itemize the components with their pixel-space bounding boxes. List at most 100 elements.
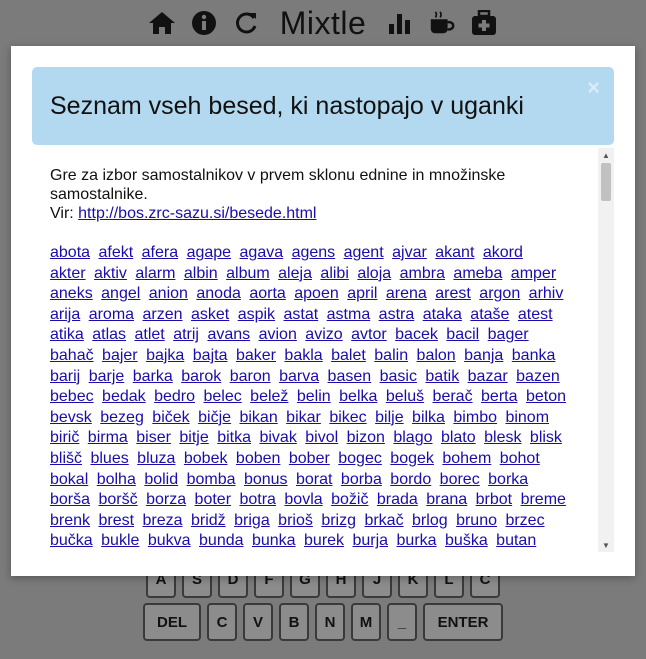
- word-link[interactable]: bobek: [184, 450, 228, 467]
- word-link[interactable]: bogek: [390, 450, 434, 467]
- word-link[interactable]: balet: [331, 347, 366, 364]
- word-link[interactable]: božič: [331, 491, 368, 508]
- word-link[interactable]: bohem: [442, 450, 491, 467]
- word-link[interactable]: barka: [133, 368, 173, 385]
- word-link[interactable]: afera: [142, 244, 178, 261]
- word-link[interactable]: atlet: [135, 326, 165, 343]
- word-link[interactable]: burja: [353, 532, 389, 549]
- word-link[interactable]: avans: [207, 326, 250, 343]
- word-link[interactable]: bilka: [412, 409, 445, 426]
- word-link[interactable]: bučka: [50, 532, 93, 549]
- word-link[interactable]: bedro: [154, 388, 195, 405]
- word-link[interactable]: bajer: [102, 347, 138, 364]
- word-link[interactable]: apoen: [294, 285, 339, 302]
- word-link[interactable]: atika: [50, 326, 84, 343]
- word-link[interactable]: bitje: [179, 429, 208, 446]
- word-link[interactable]: april: [347, 285, 377, 302]
- word-link[interactable]: bikan: [239, 409, 277, 426]
- word-link[interactable]: beton: [526, 388, 566, 405]
- word-link[interactable]: alibi: [320, 265, 348, 282]
- word-link[interactable]: barje: [89, 368, 125, 385]
- word-link[interactable]: blato: [441, 429, 476, 446]
- word-link[interactable]: akant: [435, 244, 474, 261]
- word-link[interactable]: borba: [341, 471, 382, 488]
- word-link[interactable]: alarm: [135, 265, 175, 282]
- word-link[interactable]: abota: [50, 244, 90, 261]
- word-link[interactable]: bajta: [193, 347, 228, 364]
- word-link[interactable]: bikec: [329, 409, 366, 426]
- word-link[interactable]: birič: [50, 429, 79, 446]
- key-del[interactable]: DEL: [143, 603, 201, 641]
- word-link[interactable]: astma: [327, 306, 371, 323]
- word-link[interactable]: angel: [101, 285, 140, 302]
- word-link[interactable]: belec: [203, 388, 241, 405]
- first-aid-icon[interactable]: [470, 9, 498, 37]
- word-link[interactable]: brizg: [321, 512, 356, 529]
- word-link[interactable]: burka: [397, 532, 437, 549]
- word-link[interactable]: balin: [374, 347, 408, 364]
- word-link[interactable]: brana: [426, 491, 467, 508]
- word-link[interactable]: baron: [230, 368, 271, 385]
- word-link[interactable]: blišč: [50, 450, 82, 467]
- word-link[interactable]: agent: [344, 244, 384, 261]
- word-link[interactable]: arhiv: [529, 285, 564, 302]
- word-link[interactable]: aneks: [50, 285, 93, 302]
- word-link[interactable]: ajvar: [392, 244, 427, 261]
- word-link[interactable]: aspik: [238, 306, 275, 323]
- word-link[interactable]: bokal: [50, 471, 88, 488]
- word-link[interactable]: avion: [259, 326, 297, 343]
- word-link[interactable]: aorta: [249, 285, 285, 302]
- word-link[interactable]: boter: [195, 491, 231, 508]
- word-link[interactable]: brenk: [50, 512, 90, 529]
- word-link[interactable]: bezeg: [100, 409, 144, 426]
- word-link[interactable]: amper: [511, 265, 556, 282]
- word-link[interactable]: blues: [90, 450, 128, 467]
- word-link[interactable]: batik: [425, 368, 459, 385]
- coffee-icon[interactable]: [428, 9, 456, 37]
- home-icon[interactable]: [148, 9, 176, 37]
- word-link[interactable]: bager: [488, 326, 529, 343]
- word-link[interactable]: bitka: [217, 429, 251, 446]
- word-link[interactable]: aleja: [278, 265, 312, 282]
- scroll-down-icon[interactable]: ▼: [598, 538, 614, 552]
- word-link[interactable]: afekt: [99, 244, 134, 261]
- word-link[interactable]: belež: [250, 388, 288, 405]
- word-link[interactable]: ambra: [400, 265, 445, 282]
- word-link[interactable]: bomba: [187, 471, 236, 488]
- word-link[interactable]: brada: [377, 491, 418, 508]
- word-link[interactable]: atlas: [92, 326, 126, 343]
- word-link[interactable]: agape: [187, 244, 232, 261]
- stats-icon[interactable]: [386, 9, 414, 37]
- word-link[interactable]: albin: [184, 265, 218, 282]
- word-link[interactable]: barva: [279, 368, 319, 385]
- word-link[interactable]: bukle: [101, 532, 139, 549]
- word-link[interactable]: arest: [435, 285, 471, 302]
- word-link[interactable]: bebec: [50, 388, 94, 405]
- word-link[interactable]: bimbo: [453, 409, 497, 426]
- word-link[interactable]: aloja: [357, 265, 391, 282]
- word-link[interactable]: banka: [512, 347, 556, 364]
- word-link[interactable]: boben: [236, 450, 281, 467]
- word-link[interactable]: bluza: [137, 450, 175, 467]
- word-link[interactable]: brzec: [505, 512, 544, 529]
- word-link[interactable]: breza: [143, 512, 183, 529]
- word-link[interactable]: bridž: [191, 512, 226, 529]
- word-link[interactable]: borza: [146, 491, 186, 508]
- word-link[interactable]: biser: [136, 429, 171, 446]
- key-b[interactable]: B: [279, 603, 309, 641]
- word-link[interactable]: borša: [50, 491, 90, 508]
- key-m[interactable]: M: [351, 603, 381, 641]
- word-link[interactable]: avtor: [351, 326, 387, 343]
- word-link[interactable]: bonus: [244, 471, 288, 488]
- word-link[interactable]: brbot: [476, 491, 512, 508]
- word-link[interactable]: arija: [50, 306, 80, 323]
- word-link[interactable]: birma: [88, 429, 128, 446]
- word-link[interactable]: berta: [481, 388, 517, 405]
- word-link[interactable]: asket: [191, 306, 229, 323]
- word-link[interactable]: bakla: [284, 347, 322, 364]
- word-link[interactable]: bukva: [148, 532, 191, 549]
- word-link[interactable]: baker: [236, 347, 276, 364]
- word-link[interactable]: anoda: [196, 285, 241, 302]
- word-link[interactable]: belin: [297, 388, 331, 405]
- word-link[interactable]: ataka: [423, 306, 462, 323]
